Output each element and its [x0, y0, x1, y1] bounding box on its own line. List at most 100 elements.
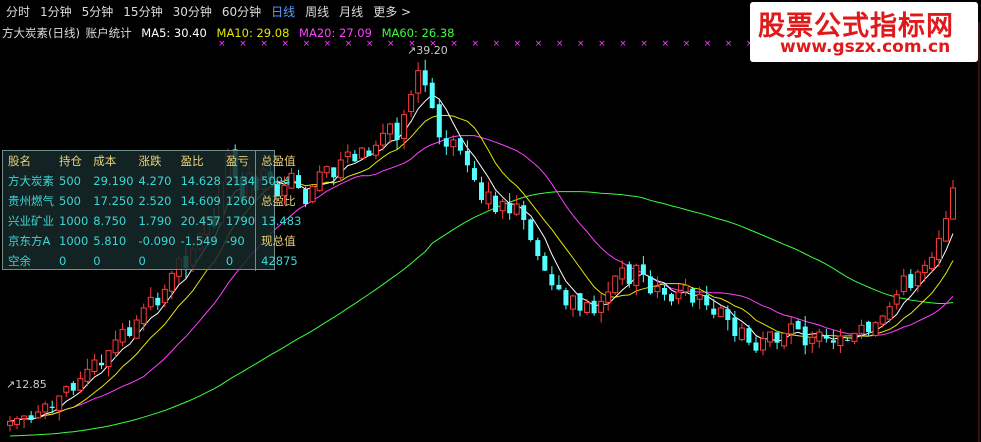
summary-value: 13.483 [255, 211, 302, 231]
candle [316, 165, 323, 192]
period-tab-0[interactable]: 分时 [6, 3, 30, 20]
candle [479, 176, 484, 204]
ma10-label: MA10: 29.08 [216, 26, 290, 40]
candle-body [521, 205, 527, 220]
candle-body [647, 276, 653, 294]
period-tab-5[interactable]: 60分钟 [222, 3, 261, 20]
candle-body [155, 297, 161, 306]
candle-body [816, 331, 823, 342]
candle [28, 410, 34, 424]
signal-marker: × [514, 39, 522, 49]
table-row: 方大炭素 500 29.190 4.270 14.628 2134 5094 [3, 171, 302, 191]
candle [372, 140, 379, 160]
candle-body [753, 342, 759, 351]
site-logo: 股票公式指标网 www.gszx.com.cn [750, 2, 978, 62]
signal-marker: × [471, 39, 479, 49]
candle [344, 144, 351, 164]
candle-body [795, 321, 801, 330]
table-row: 空余 0 0 0 0 42875 [3, 251, 302, 271]
candle-body [105, 350, 112, 368]
indicator-name: 账户统计 [85, 26, 132, 40]
candle-body [309, 186, 316, 203]
candle [921, 260, 928, 282]
candle-body [457, 138, 463, 151]
candle-body [654, 286, 661, 293]
max-price-label: ↗39.20 [407, 44, 448, 57]
summary-value: 5094 [255, 171, 302, 191]
candle-body [950, 187, 956, 220]
candle-body [626, 264, 632, 284]
table-row: 兴业矿业 1000 8.750 1.790 20.457 1790 13.483 [3, 211, 302, 231]
candle-body [704, 295, 710, 306]
candle [98, 354, 104, 370]
candle [499, 198, 506, 219]
candle [753, 336, 759, 353]
period-tab-2[interactable]: 5分钟 [82, 3, 114, 20]
period-tab-9[interactable]: 更多 > [373, 3, 411, 20]
ma5-label: MA5: 30.40 [141, 26, 207, 40]
candle [535, 237, 541, 261]
candle-body [337, 159, 344, 179]
candle [42, 401, 49, 420]
candle-body [140, 307, 147, 325]
candle [337, 152, 344, 182]
period-tab-3[interactable]: 15分钟 [123, 3, 162, 20]
candle-body [935, 238, 942, 261]
candle-body [63, 386, 70, 393]
candle-body [717, 307, 724, 318]
candle-body [485, 191, 492, 205]
candle [127, 320, 133, 338]
candle [471, 160, 477, 182]
candle [429, 78, 435, 109]
candle-body [379, 132, 386, 146]
candle-body [809, 336, 816, 344]
period-tab-6[interactable]: 日线 [271, 3, 295, 20]
candle-body [147, 296, 154, 308]
title-bar: 方大炭素(日线) 账户统计 MA5: 30.40 MA10: 29.08 MA2… [2, 25, 460, 41]
candle-body [471, 168, 477, 180]
candle-body [598, 300, 605, 313]
candle-body [372, 144, 379, 156]
signal-marker: × [493, 39, 501, 49]
candle-body [528, 219, 534, 240]
candle [513, 195, 520, 217]
candle-body [921, 264, 928, 274]
candle-body [774, 332, 780, 343]
candle-body [886, 306, 893, 320]
candle [591, 295, 597, 316]
stats-header-row: 股名 持仓 成本 涨跌 盈比 盈亏 总盈值 [3, 151, 302, 171]
candle [155, 292, 161, 311]
signal-marker: × [619, 39, 627, 49]
candle-body [669, 294, 675, 302]
candle [168, 270, 175, 300]
period-tab-7[interactable]: 周线 [305, 3, 329, 20]
period-tab-8[interactable]: 月线 [339, 3, 363, 20]
header-qty: 持仓 [59, 154, 82, 168]
candle [717, 305, 724, 318]
candle [401, 109, 408, 149]
candle-body [563, 290, 569, 306]
candle-body [675, 291, 682, 300]
candle-body [781, 332, 788, 347]
candle-body [168, 272, 175, 292]
table-row: 贵州燃气 500 17.250 2.520 14.609 1260 总盈比 [3, 191, 302, 211]
candle-body [401, 114, 408, 140]
candle-body [732, 317, 738, 336]
candle-body [759, 338, 766, 351]
candle [577, 292, 583, 317]
candle [443, 130, 449, 156]
candle [528, 218, 534, 242]
candle [450, 135, 457, 157]
candle [759, 331, 766, 356]
candle-body [746, 328, 752, 343]
candle-body [323, 166, 330, 174]
candle [690, 287, 696, 307]
candle [767, 331, 774, 348]
candle [352, 150, 358, 163]
candle-body [358, 147, 365, 159]
period-tab-4[interactable]: 30分钟 [173, 3, 212, 20]
period-tab-1[interactable]: 1分钟 [40, 3, 72, 20]
candle-body [49, 406, 55, 408]
candle-body [619, 267, 626, 280]
candle-body [612, 275, 619, 294]
